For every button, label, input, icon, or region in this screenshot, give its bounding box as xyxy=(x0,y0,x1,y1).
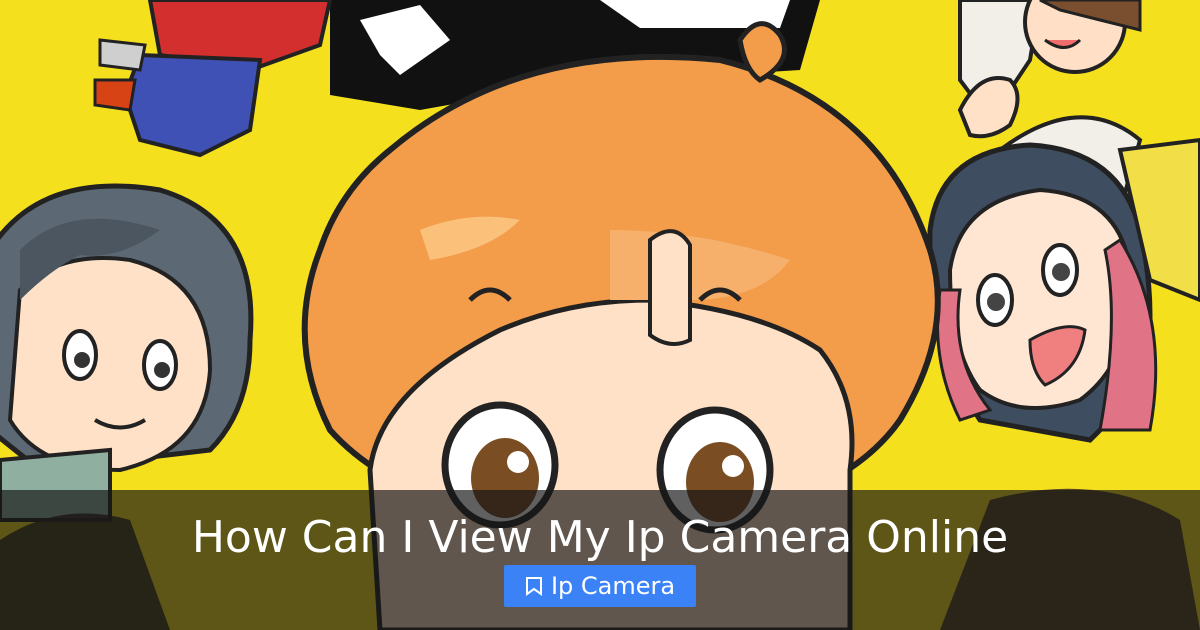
category-tag-button[interactable]: Ip Camera xyxy=(504,565,696,607)
article-title: How Can I View My Ip Camera Online xyxy=(191,512,1009,563)
tag-icon xyxy=(525,576,543,596)
hero-banner: How Can I View My Ip Camera Online Ip Ca… xyxy=(0,0,1200,630)
category-tag-label: Ip Camera xyxy=(550,572,676,600)
